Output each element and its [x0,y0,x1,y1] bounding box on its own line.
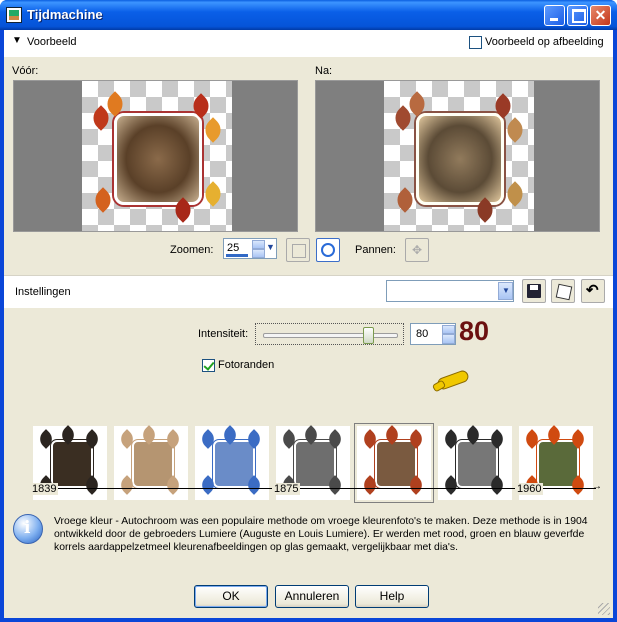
timeline-label-1839: 1839 [30,483,59,495]
before-photo [114,113,202,205]
preview-section-label: Voorbeeld [27,36,77,48]
info-icon: i [13,514,43,544]
maximize-button[interactable] [567,5,588,26]
timeline-arrow-icon: → [592,481,602,492]
preset-dropdown-button[interactable]: ▼ [498,282,513,300]
intensity-slider[interactable] [255,323,404,345]
zoom-spinner[interactable]: 25 ▼ [223,238,277,259]
cancel-button[interactable]: Annuleren [275,585,349,608]
preview-on-image-checkbox[interactable] [469,36,482,49]
slider-thumb[interactable] [363,327,374,344]
reset-button[interactable]: ↶ [581,279,605,303]
random-button[interactable] [551,279,575,303]
ok-button[interactable]: OK [194,585,268,608]
zoom-up-button[interactable] [252,240,265,249]
settings-label: Instellingen [15,286,71,298]
zoom-tool-button[interactable] [316,238,340,262]
timeline-label-1960: 1960 [515,483,544,495]
app-icon [6,7,22,23]
zoom-value[interactable]: 25 [227,242,239,254]
magnifier-icon [321,243,335,257]
collapse-arrow-icon[interactable]: ▼ [12,35,22,46]
intensity-down-button[interactable] [442,334,455,344]
floppy-icon [527,284,541,298]
chevron-down-icon: ▼ [502,286,510,295]
after-preview[interactable] [315,80,600,232]
intensity-spinner[interactable]: 80 [410,323,456,345]
intensity-label: Intensiteit: [198,328,249,340]
zoom-fit-button[interactable] [286,238,310,262]
pointing-hand-icon [431,368,471,393]
fit-icon [292,244,306,258]
help-button[interactable]: Help [355,585,429,608]
before-preview[interactable] [13,80,298,232]
pan-button[interactable]: ✥ [405,238,429,262]
after-photo [416,113,504,205]
resize-grip[interactable] [598,603,610,615]
chevron-down-icon[interactable]: ▼ [266,242,275,252]
pan-icon: ✥ [412,243,423,257]
intensity-value[interactable]: 80 [416,328,428,340]
zoom-down-button[interactable] [252,249,265,258]
dice-icon [555,283,573,301]
settings-header: Instellingen ▼ ↶ [4,275,613,308]
timeline-label-1875: 1875 [272,483,301,495]
intensity-annotation: 80 [459,316,490,346]
preview-on-image-label[interactable]: Voorbeeld op afbeelding [485,36,604,48]
zoom-underline [226,254,248,257]
intensity-up-button[interactable] [442,325,455,334]
photo-edges-checkbox[interactable] [202,359,215,372]
window-title: Tijdmachine [27,7,103,22]
preset-dropdown[interactable]: ▼ [386,280,514,302]
slider-track [263,333,398,338]
reset-icon: ↶ [586,282,599,299]
zoom-label: Zoomen: [170,244,214,256]
close-icon: ✕ [594,7,607,23]
dialog-client: ▼ Voorbeeld Voorbeeld op afbeelding Vóór… [4,30,613,618]
dialog-window: Tijdmachine ✕ ▼ Voorbeeld Voorbeeld op a… [0,0,617,622]
save-preset-button[interactable] [522,279,546,303]
minimize-button[interactable] [544,5,565,26]
close-button[interactable]: ✕ [590,5,611,26]
pan-label: Pannen: [355,244,396,256]
before-label: Vóór: [12,65,39,77]
after-label: Na: [315,65,333,77]
title-bar[interactable]: Tijdmachine ✕ [0,0,617,30]
era-description: Vroege kleur - Autochroom was een popula… [54,516,588,553]
preview-header: ▼ Voorbeeld Voorbeeld op afbeelding [4,30,613,57]
photo-edges-label[interactable]: Fotoranden [218,359,274,371]
